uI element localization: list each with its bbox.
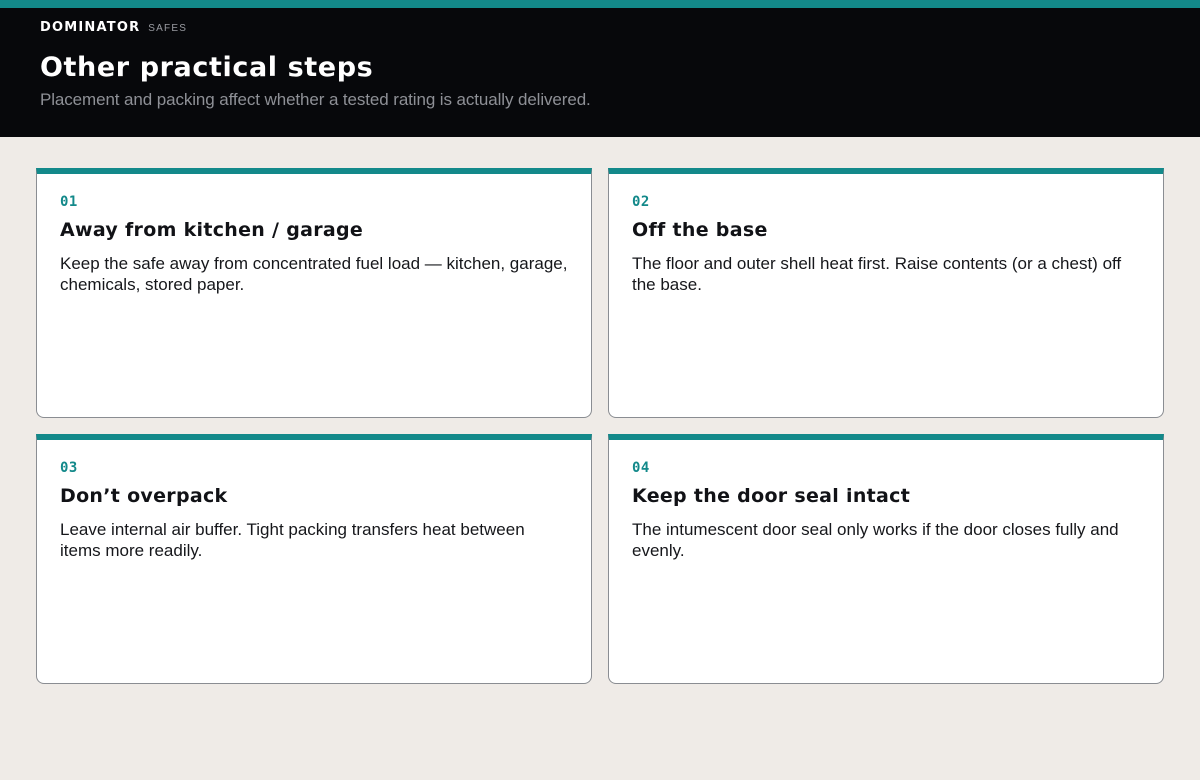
page-subtitle: Placement and packing affect whether a t… [40, 90, 591, 110]
step-card-1: 01 Away from kitchen / garage Keep the s… [36, 168, 592, 418]
page-header: DOMINATOR SAFES Other practical steps Pl… [0, 8, 1200, 137]
step-number: 03 [60, 460, 78, 476]
step-title: Away from kitchen / garage [60, 219, 364, 241]
steps-grid: 01 Away from kitchen / garage Keep the s… [36, 168, 1164, 684]
brand-sub: SAFES [148, 23, 188, 34]
step-card-3: 03 Don’t overpack Leave internal air buf… [36, 434, 592, 684]
step-description: The intumescent door seal only works if … [632, 519, 1119, 560]
brand-name: DOMINATOR [40, 20, 141, 35]
step-title: Keep the door seal intact [632, 485, 911, 507]
step-number: 02 [632, 194, 650, 210]
step-description: Leave internal air buffer. Tight packing… [60, 519, 525, 560]
step-description: Keep the safe away from concentrated fue… [60, 253, 568, 294]
step-card-4: 04 Keep the door seal intact The intumes… [608, 434, 1164, 684]
step-number: 01 [60, 194, 78, 210]
step-card-2: 02 Off the base The floor and outer shel… [608, 168, 1164, 418]
step-title: Don’t overpack [60, 485, 228, 507]
page-title: Other practical steps [40, 52, 374, 83]
step-number: 04 [632, 460, 650, 476]
step-description: The floor and outer shell heat first. Ra… [632, 253, 1122, 294]
top-accent-rule [0, 0, 1200, 8]
brand-lockup: DOMINATOR SAFES [40, 20, 1160, 42]
step-title: Off the base [632, 219, 768, 241]
